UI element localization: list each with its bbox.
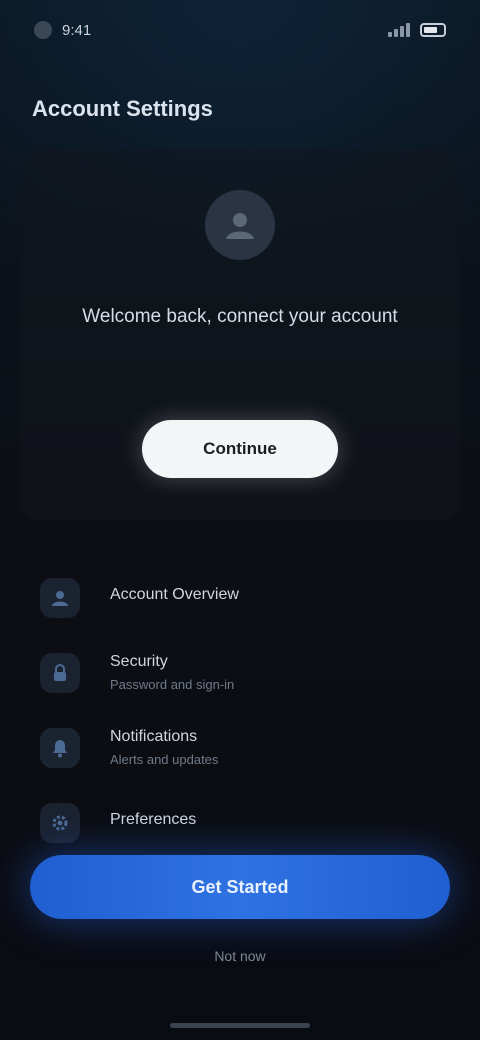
- page-title: Account Settings: [32, 96, 213, 121]
- settings-list: Account Overview Security Password and s…: [40, 560, 440, 860]
- list-item-subtitle: Alerts and updates: [110, 752, 219, 767]
- bell-icon: [40, 727, 80, 768]
- user-icon: [40, 577, 80, 618]
- list-item-title: Security: [110, 653, 168, 670]
- list-item-title: Account Overview: [110, 585, 239, 603]
- lock-icon: [40, 652, 80, 693]
- status-time: 9:41: [62, 21, 92, 39]
- list-item-title: Preferences: [110, 810, 197, 828]
- status-right: [388, 23, 446, 37]
- status-left: 9:41: [34, 21, 91, 39]
- status-bar: 9:41: [0, 0, 480, 60]
- hero-headline: Welcome back, connect your account: [82, 306, 398, 327]
- avatar: [205, 190, 275, 260]
- get-started-button[interactable]: Get Started: [30, 855, 450, 919]
- gear-icon: [40, 802, 80, 843]
- list-item-subtitle: Password and sign-in: [110, 677, 235, 692]
- list-item[interactable]: Notifications Alerts and updates: [40, 710, 440, 785]
- continue-button[interactable]: Continue: [142, 420, 338, 478]
- user-icon: [226, 213, 254, 239]
- list-item[interactable]: Security Password and sign-in: [40, 635, 440, 710]
- home-indicator[interactable]: [170, 1023, 310, 1028]
- list-item[interactable]: Preferences: [40, 785, 440, 860]
- list-item-title: Notifications: [110, 728, 198, 745]
- battery-icon: [420, 23, 446, 37]
- signal-icon: [388, 23, 410, 37]
- list-item[interactable]: Account Overview: [40, 560, 440, 635]
- app-screen: 9:41 Account Settings Welcome back, conn…: [0, 0, 480, 1040]
- app-icon: [34, 21, 52, 39]
- not-now-link[interactable]: Not now: [0, 948, 480, 964]
